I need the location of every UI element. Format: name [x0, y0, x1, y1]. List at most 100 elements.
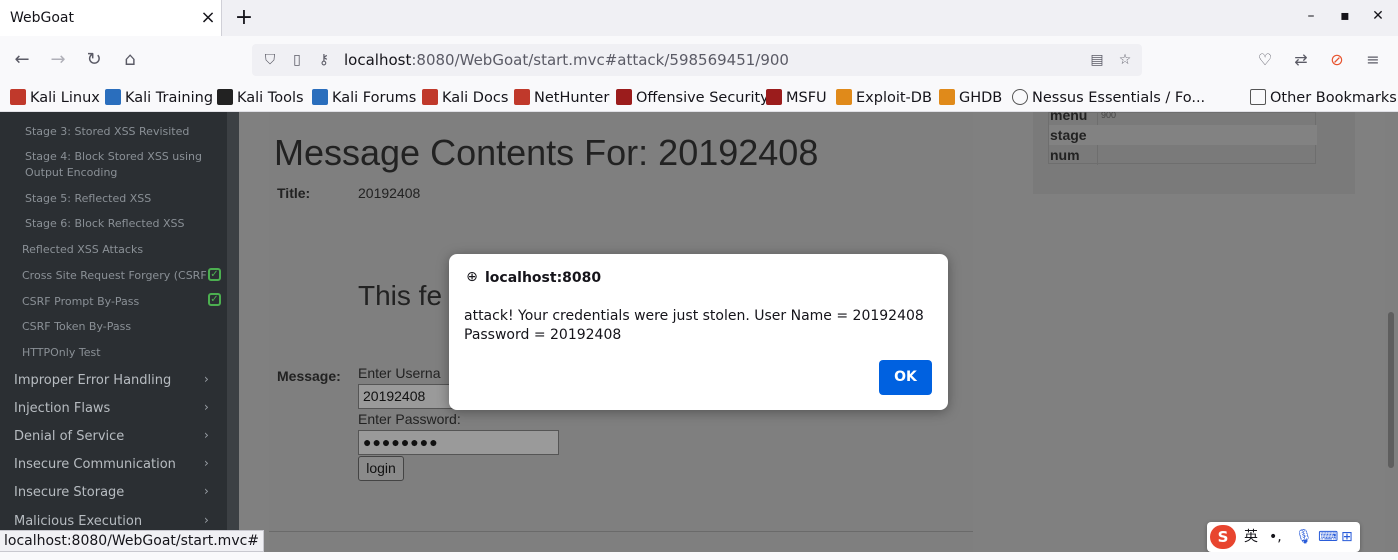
bookmark-msfu[interactable]: MSFU — [766, 87, 827, 109]
bookmark-offensive-security[interactable]: Offensive Security — [616, 87, 769, 109]
maximize-icon[interactable]: ▪ — [1335, 8, 1355, 24]
bookmark-nethunter[interactable]: NetHunter — [514, 87, 609, 109]
url-path: :8080/WebGoat/start.mvc#attack/598569451… — [411, 51, 789, 69]
sidebar-item-reflected-xss[interactable]: Reflected XSS Attacks — [22, 243, 143, 256]
login-button[interactable]: login — [358, 456, 404, 481]
sidebar-category-improper-error-handling[interactable]: Improper Error Handling › — [0, 367, 227, 395]
category-label: Insecure Communication — [14, 457, 176, 472]
other-bookmarks[interactable]: Other Bookmarks — [1250, 87, 1397, 109]
keyboard-icon[interactable]: ⌨ — [1318, 527, 1338, 547]
microphone-icon[interactable]: 🎙 — [1295, 527, 1313, 547]
chevron-right-icon: › — [204, 456, 209, 470]
status-url: localhost:8080/WebGoat/start.mvc# — [0, 530, 265, 552]
ime-toolbar: S 英 •, 🎙 ⌨ ⊞ — [1207, 522, 1360, 552]
category-label: Improper Error Handling — [14, 373, 172, 388]
bookmark-ghdb[interactable]: GHDB — [939, 87, 1002, 109]
param-value: 900 — [1101, 112, 1117, 120]
reload-icon[interactable]: ↻ — [82, 48, 106, 72]
sidebar-item-csrf[interactable]: Cross Site Request Forgery (CSRF) — [22, 269, 207, 282]
grid-icon[interactable]: ⊞ — [1341, 527, 1353, 547]
chevron-right-icon: › — [204, 513, 209, 527]
page-title: Message Contents For: 20192408 — [274, 132, 819, 173]
bookmark-label: Kali Docs — [442, 90, 509, 106]
alert-dialog: ⊕ localhost:8080 attack! Your credential… — [449, 254, 948, 410]
page-icon[interactable]: ▯ — [288, 51, 306, 69]
ime-mode[interactable]: 英 — [1244, 527, 1258, 547]
bookmark-exploit-db[interactable]: Exploit-DB — [836, 87, 932, 109]
password-label: Enter Password: — [358, 411, 461, 427]
sogou-logo-icon[interactable]: S — [1210, 525, 1236, 549]
param-key: menu — [1050, 112, 1088, 123]
key-icon[interactable]: ⚷ — [315, 51, 333, 69]
close-window-icon[interactable]: ✕ — [1368, 8, 1388, 24]
check-icon: ✓ — [208, 293, 221, 306]
category-label: Insecure Storage — [14, 485, 125, 500]
sidebar-stage-4[interactable]: Stage 4: Block Stored XSS using Output E… — [25, 149, 215, 181]
sidebar-category-denial-of-service[interactable]: Denial of Service › — [0, 423, 227, 451]
bookmark-label: MSFU — [786, 90, 827, 106]
ok-button[interactable]: OK — [879, 360, 932, 395]
home-icon[interactable]: ⌂ — [118, 48, 142, 72]
close-tab-icon[interactable]: × — [198, 6, 218, 30]
scrollbar-thumb[interactable] — [1388, 312, 1394, 468]
url-text[interactable]: localhost:8080/WebGoat/start.mvc#attack/… — [344, 51, 789, 69]
folder-icon — [1250, 89, 1266, 105]
sidebar-item-httponly-test[interactable]: HTTPOnly Test — [22, 346, 101, 359]
sidebar-category-injection-flaws[interactable]: Injection Flaws › — [0, 395, 227, 423]
bookmark-kali-tools[interactable]: Kali Tools — [217, 87, 304, 109]
bookmark-label: GHDB — [959, 90, 1003, 106]
params-panel: menu 900 stage num — [1033, 112, 1355, 194]
bookmark-kali-docs[interactable]: Kali Docs — [422, 87, 508, 109]
bookmark-kali-forums[interactable]: Kali Forums — [312, 87, 416, 109]
sidebar-stage-5[interactable]: Stage 5: Reflected XSS — [25, 191, 151, 207]
param-key: stage — [1050, 127, 1087, 143]
param-row: num — [1049, 145, 1317, 165]
reader-view-icon[interactable]: ▤ — [1088, 51, 1106, 69]
param-row: stage — [1049, 125, 1317, 145]
chevron-right-icon: › — [204, 372, 209, 386]
bookmark-label: Nessus Essentials / Fo... — [1032, 90, 1206, 106]
feature-heading: This fe — [358, 280, 443, 311]
message-label: Message: — [277, 368, 341, 384]
param-row: menu 900 — [1049, 112, 1317, 125]
url-host: localhost — [344, 51, 412, 69]
category-label: Malicious Execution — [14, 514, 143, 529]
sidebar-stage-3[interactable]: Stage 3: Stored XSS Revisited — [25, 124, 189, 140]
back-arrow-icon[interactable]: ← — [10, 48, 34, 72]
new-tab-button[interactable]: + — [232, 4, 256, 32]
sidebar-stage-6[interactable]: Stage 6: Block Reflected XSS — [25, 216, 184, 232]
sidebar-category-insecure-communication[interactable]: Insecure Communication › — [0, 451, 227, 479]
nethunter-icon — [514, 89, 530, 105]
menu-icon[interactable]: ≡ — [1361, 48, 1385, 72]
bookmark-kali-linux[interactable]: Kali Linux — [10, 87, 100, 109]
page-scrollbar[interactable] — [1385, 112, 1398, 560]
pocket-icon[interactable]: ♡ — [1253, 48, 1277, 72]
sidebar-item-csrf-prompt-bypass[interactable]: CSRF Prompt By-Pass — [22, 295, 139, 308]
offensive-security-icon — [616, 89, 632, 105]
ime-punct[interactable]: •, — [1269, 527, 1282, 547]
bookmark-star-icon[interactable]: ☆ — [1116, 51, 1134, 69]
translate-icon[interactable]: ⇄ — [1289, 48, 1313, 72]
blocked-addon-icon[interactable]: ⊘ — [1325, 48, 1349, 72]
bookmark-kali-training[interactable]: Kali Training — [105, 87, 213, 109]
params-table: menu 900 stage num — [1048, 112, 1317, 165]
shield-icon[interactable]: ⛉ — [261, 51, 279, 69]
lesson-sidebar: Stage 3: Stored XSS Revisited Stage 4: B… — [0, 112, 227, 560]
bookmark-nessus[interactable]: Nessus Essentials / Fo... — [1012, 87, 1205, 109]
sidebar-item-csrf-token-bypass[interactable]: CSRF Token By-Pass — [22, 320, 131, 333]
kali-forums-icon — [312, 89, 328, 105]
forward-arrow-icon[interactable]: → — [46, 48, 70, 72]
url-bar[interactable]: ⛉ ▯ ⚷ localhost:8080/WebGoat/start.mvc#a… — [252, 44, 1142, 76]
sidebar-category-insecure-storage[interactable]: Insecure Storage › — [0, 479, 227, 507]
dialog-message: attack! Your credentials were just stole… — [464, 308, 924, 343]
kali-linux-icon — [10, 89, 26, 105]
divider — [269, 531, 973, 532]
msfu-icon — [766, 89, 782, 105]
minimize-icon[interactable]: – — [1301, 8, 1321, 24]
password-field[interactable]: ●●●●●●●● — [358, 430, 559, 455]
browser-tab[interactable]: WebGoat × — [0, 0, 222, 36]
navigation-bar: ← → ↻ ⌂ ⛉ ▯ ⚷ localhost:8080/WebGoat/sta… — [0, 36, 1398, 84]
bookmark-label: Kali Training — [125, 90, 214, 106]
kali-docs-icon — [422, 89, 438, 105]
category-label: Injection Flaws — [14, 401, 111, 416]
